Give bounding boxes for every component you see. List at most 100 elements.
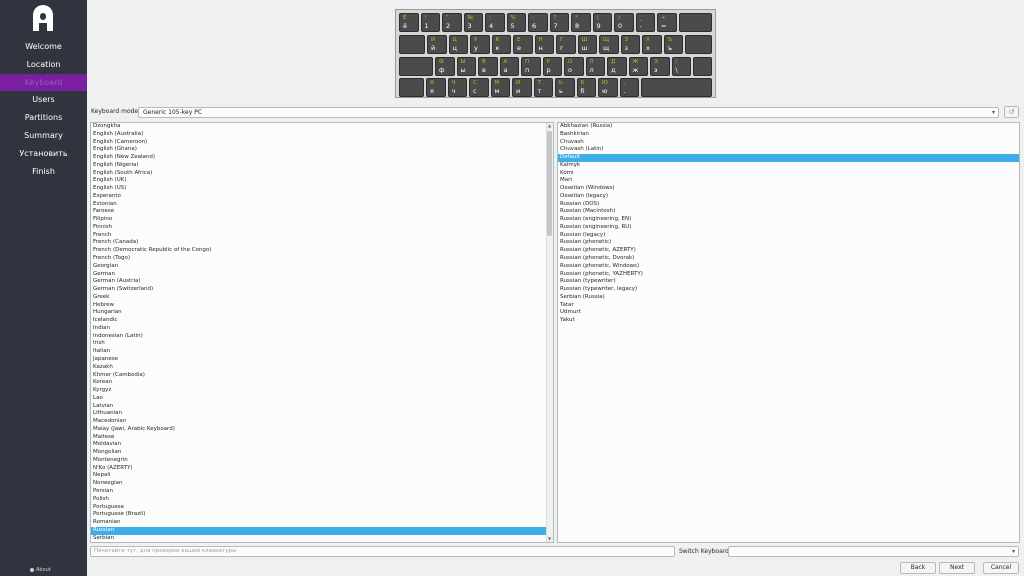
- layout-item[interactable]: English (US): [91, 185, 553, 193]
- layout-item[interactable]: Polish: [91, 496, 553, 504]
- layout-item[interactable]: Hungarian: [91, 309, 553, 317]
- layout-item[interactable]: Romanian: [91, 519, 553, 527]
- layout-item[interactable]: English (Ghana): [91, 146, 553, 154]
- layout-item[interactable]: English (Nigeria): [91, 162, 553, 170]
- layout-item[interactable]: Nepali: [91, 472, 553, 480]
- layout-item[interactable]: N'Ko (AZERTY): [91, 465, 553, 473]
- variant-item[interactable]: Ossetian (Windows): [558, 185, 1019, 193]
- layout-item[interactable]: Lao: [91, 395, 553, 403]
- layout-item[interactable]: Estonian: [91, 201, 553, 209]
- variant-item[interactable]: Yakut: [558, 317, 1019, 325]
- layout-item[interactable]: Korean: [91, 379, 553, 387]
- variant-item[interactable]: Russian (phonetic, YAZHERTY): [558, 271, 1019, 279]
- variant-item[interactable]: Russian (legacy): [558, 232, 1019, 240]
- layout-item[interactable]: English (New Zealand): [91, 154, 553, 162]
- layout-item[interactable]: Dzongkha: [91, 123, 553, 131]
- cancel-button[interactable]: Cancel: [983, 562, 1019, 574]
- keyboard-key: Аа: [499, 57, 519, 76]
- layout-list[interactable]: Dzongkha English (Australia) English (Came…: [90, 122, 554, 543]
- variant-item[interactable]: Tatar: [558, 302, 1019, 310]
- layout-item[interactable]: Kyrgyz: [91, 387, 553, 395]
- variant-item[interactable]: Kalmyk: [558, 162, 1019, 170]
- layout-item[interactable]: Malay (Jawi, Arabic Keyboard): [91, 426, 553, 434]
- variant-item[interactable]: Russian (phonetic): [558, 239, 1019, 247]
- layout-item[interactable]: English (Cameroon): [91, 139, 553, 147]
- layout-item[interactable]: Portuguese: [91, 504, 553, 512]
- back-button[interactable]: Back: [900, 562, 936, 574]
- layout-item[interactable]: English (South Africa): [91, 170, 553, 178]
- layout-item[interactable]: French (Togo): [91, 255, 553, 263]
- layout-item[interactable]: English (UK): [91, 177, 553, 185]
- layout-item[interactable]: Irish: [91, 340, 553, 348]
- layout-item[interactable]: Serbian: [91, 535, 553, 542]
- layout-item[interactable]: Hebrew: [91, 302, 553, 310]
- switch-keyboard-select[interactable]: ▾: [728, 546, 1019, 557]
- layout-scroll-thumb[interactable]: [547, 131, 552, 236]
- layout-scrollbar[interactable]: ▲ ▼: [546, 123, 553, 542]
- layout-item[interactable]: Portuguese (Brazil): [91, 511, 553, 519]
- sidebar-item-4: Partitions: [24, 113, 63, 123]
- layout-item[interactable]: French: [91, 232, 553, 240]
- layout-item[interactable]: Italian: [91, 348, 553, 356]
- scroll-up-icon[interactable]: ▲: [546, 123, 553, 129]
- layout-item[interactable]: Maltese: [91, 434, 553, 442]
- layout-item[interactable]: Moldavian: [91, 441, 553, 449]
- layout-item[interactable]: Faroese: [91, 208, 553, 216]
- layout-item[interactable]: Greek: [91, 294, 553, 302]
- layout-item[interactable]: Icelandic: [91, 317, 553, 325]
- scroll-down-icon[interactable]: ▼: [546, 536, 553, 542]
- variant-item[interactable]: Russian (Macintosh): [558, 208, 1019, 216]
- keyboard-test-input[interactable]: Печатайте тут, для проверки вашей клавиа…: [90, 546, 675, 557]
- layout-item[interactable]: Japanese: [91, 356, 553, 364]
- variant-item[interactable]: Russian (typewriter): [558, 278, 1019, 286]
- variant-list[interactable]: Abkhazian (Russia) Bashkirian Chuvash Chuva…: [557, 122, 1020, 543]
- layout-item[interactable]: Georgian: [91, 263, 553, 271]
- variant-item[interactable]: Russian (engineering, EN): [558, 216, 1019, 224]
- next-button[interactable]: Next: [939, 562, 975, 574]
- layout-item[interactable]: Latvian: [91, 403, 553, 411]
- keyboard-key: Ёё: [399, 13, 419, 32]
- layout-item[interactable]: Indonesian (Latin): [91, 333, 553, 341]
- layout-item[interactable]: Norwegian: [91, 480, 553, 488]
- layout-item[interactable]: French (Canada): [91, 239, 553, 247]
- layout-item[interactable]: Esperanto: [91, 193, 553, 201]
- layout-item[interactable]: French (Democratic Republic of the Congo…: [91, 247, 553, 255]
- layout-item[interactable]: Kazakh: [91, 364, 553, 372]
- layout-item[interactable]: German (Austria): [91, 278, 553, 286]
- layout-item[interactable]: Russian: [91, 526, 553, 535]
- layout-item[interactable]: Finnish: [91, 224, 553, 232]
- layout-item[interactable]: Indian: [91, 325, 553, 333]
- variant-item[interactable]: Udmurt: [558, 309, 1019, 317]
- layout-item[interactable]: Mongolian: [91, 449, 553, 457]
- variant-item[interactable]: Bashkirian: [558, 131, 1019, 139]
- layout-item[interactable]: German (Switzerland): [91, 286, 553, 294]
- layout-item[interactable]: Persian: [91, 488, 553, 496]
- keyboard-key: + =: [657, 13, 677, 32]
- layout-item[interactable]: Lithuanian: [91, 410, 553, 418]
- reset-model-button[interactable]: ↺: [1004, 106, 1019, 118]
- variant-item[interactable]: Mari: [558, 177, 1019, 185]
- about-link[interactable]: About: [30, 567, 51, 573]
- variant-item[interactable]: Russian (DOS): [558, 201, 1019, 209]
- variant-item[interactable]: Chuvash (Latin): [558, 146, 1019, 154]
- variant-item[interactable]: Abkhazian (Russia): [558, 123, 1019, 131]
- key-upper: З: [624, 37, 629, 43]
- key-lower: ё: [403, 22, 407, 30]
- layout-item[interactable]: Filipino: [91, 216, 553, 224]
- variant-item[interactable]: Russian (phonetic, AZERTY): [558, 247, 1019, 255]
- layout-item[interactable]: German: [91, 271, 553, 279]
- variant-item[interactable]: Russian (phonetic, Dvorak): [558, 255, 1019, 263]
- layout-item[interactable]: English (Australia): [91, 131, 553, 139]
- layout-item[interactable]: Khmer (Cambodia): [91, 372, 553, 380]
- variant-item[interactable]: Russian (phonetic, Windows): [558, 263, 1019, 271]
- variant-item[interactable]: Ossetian (legacy): [558, 193, 1019, 201]
- variant-item[interactable]: Russian (engineering, RU): [558, 224, 1019, 232]
- variant-item[interactable]: Chuvash: [558, 139, 1019, 147]
- variant-item[interactable]: Default: [558, 154, 1019, 162]
- keyboard-model-select[interactable]: Generic 105-key PC ▾: [138, 107, 999, 118]
- variant-item[interactable]: Russian (typewriter, legacy): [558, 286, 1019, 294]
- layout-item[interactable]: Montenegrin: [91, 457, 553, 465]
- variant-item[interactable]: Serbian (Russia): [558, 294, 1019, 302]
- layout-item[interactable]: Macedonian: [91, 418, 553, 426]
- variant-item[interactable]: Komi: [558, 170, 1019, 178]
